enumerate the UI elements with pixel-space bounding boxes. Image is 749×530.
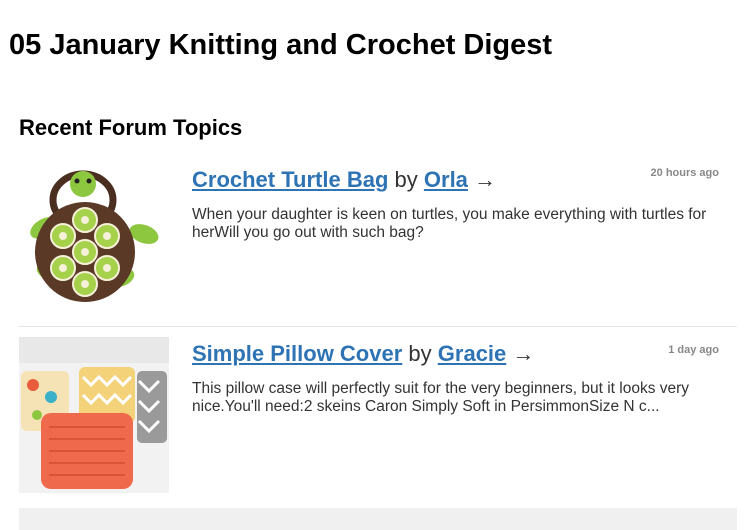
topic-row: Simple Pillow Cover by Gracie → 1 day ag… — [19, 337, 737, 493]
topic-excerpt: When your daughter is keen on turtles, y… — [192, 206, 707, 241]
topic-timestamp: 1 day ago — [668, 344, 719, 356]
pillow-cover-thumbnail[interactable] — [19, 337, 169, 493]
topic-excerpt: This pillow case will perfectly suit for… — [192, 380, 690, 415]
author-link[interactable]: Gracie — [438, 341, 507, 366]
arrow-right-icon[interactable]: → — [512, 341, 534, 366]
topic-row: Crochet Turtle Bag by Orla → 20 hours ag… — [19, 160, 737, 327]
arrow-right-icon[interactable]: → — [474, 167, 496, 192]
topic-title-link[interactable]: Simple Pillow Cover — [192, 341, 402, 366]
turtle-bag-thumbnail[interactable] — [19, 160, 169, 316]
topic-title-link[interactable]: Crochet Turtle Bag — [192, 167, 388, 192]
topic-heading: Simple Pillow Cover by Gracie → — [192, 340, 737, 370]
topic-timestamp: 20 hours ago — [650, 167, 719, 179]
section-heading: Recent Forum Topics — [19, 115, 243, 140]
by-label: by — [408, 341, 432, 366]
author-link[interactable]: Orla — [424, 167, 468, 192]
digest-title: 05 January Knitting and Crochet Digest — [9, 29, 553, 61]
by-label: by — [394, 167, 418, 192]
next-topic-placeholder — [19, 508, 737, 530]
